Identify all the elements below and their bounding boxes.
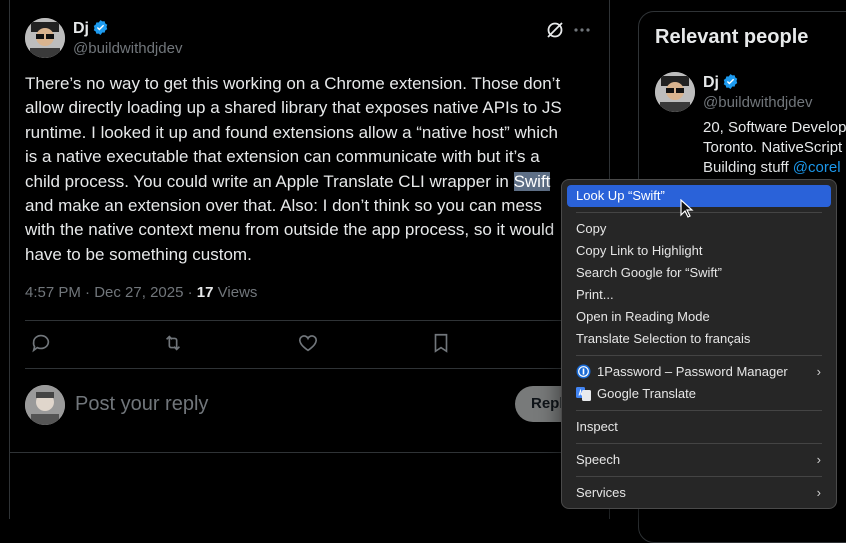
author-avatar[interactable] <box>25 18 65 58</box>
menu-copy-link[interactable]: Copy Link to Highlight <box>567 240 831 262</box>
menu-look-up[interactable]: Look Up “Swift” <box>567 185 831 207</box>
menu-services-label: Services <box>576 485 626 500</box>
menu-1password[interactable]: 1Password – Password Manager › <box>567 361 831 383</box>
menu-services[interactable]: Services › <box>567 482 831 504</box>
author-handle[interactable]: @buildwithdjdev <box>73 40 182 57</box>
reply-input[interactable]: Post your reply <box>75 393 208 416</box>
bookmark-icon[interactable] <box>430 332 452 354</box>
repost-icon[interactable] <box>162 332 184 354</box>
views-label: Views <box>217 284 258 301</box>
tweet-time[interactable]: 4:57 PM <box>25 284 81 301</box>
current-user-avatar-image <box>25 385 65 425</box>
menu-search-google[interactable]: Search Google for “Swift” <box>567 262 831 284</box>
relevant-person-verified-icon <box>722 73 739 90</box>
grok-icon[interactable] <box>545 20 565 40</box>
submenu-chevron-icon: › <box>816 485 821 500</box>
menu-separator <box>576 476 822 477</box>
menu-translate[interactable]: Translate Selection to français <box>567 328 831 350</box>
like-icon[interactable] <box>297 332 319 354</box>
relevant-person-bio: 20, Software Developer Toronto. NativeSc… <box>703 118 846 178</box>
reply-icon[interactable] <box>30 332 52 354</box>
menu-separator <box>576 443 822 444</box>
author-name[interactable]: Dj <box>73 20 89 37</box>
menu-reading-mode[interactable]: Open in Reading Mode <box>567 306 831 328</box>
relevant-person-name[interactable]: Dj <box>703 74 719 91</box>
menu-google-translate-label: Google Translate <box>597 386 697 401</box>
menu-separator <box>576 410 822 411</box>
tweet-meta: 4:57 PM · Dec 27, 2025 · 17 Views <box>25 284 258 301</box>
onepassword-icon <box>576 364 591 379</box>
left-column-border <box>9 0 10 519</box>
tweet-date[interactable]: Dec 27, 2025 <box>94 284 183 301</box>
divider-bottom <box>25 368 595 369</box>
menu-inspect[interactable]: Inspect <box>567 416 831 438</box>
verified-badge-icon <box>92 19 109 36</box>
menu-copy[interactable]: Copy <box>567 218 831 240</box>
submenu-chevron-icon: › <box>816 364 821 379</box>
google-translate-icon <box>576 386 591 401</box>
bio-line-2: Toronto. NativeScript <box>703 139 843 156</box>
submenu-chevron-icon: › <box>816 452 821 467</box>
composer-divider <box>10 452 609 453</box>
tweet-text-after: and make an extension over that. Also: I… <box>25 196 555 264</box>
bio-line-1: 20, Software Developer <box>703 119 846 136</box>
relevant-person-avatar-image <box>655 72 695 112</box>
avatar-image <box>25 18 65 58</box>
bio-line-3: Building stuff <box>703 159 793 176</box>
mouse-cursor-icon <box>680 198 694 219</box>
menu-1password-label: 1Password – Password Manager <box>597 364 788 379</box>
divider-top <box>25 320 595 321</box>
more-options-icon[interactable] <box>573 20 591 40</box>
relevant-person-handle[interactable]: @buildwithdjdev <box>703 94 812 111</box>
context-menu: Look Up “Swift” Copy Copy Link to Highli… <box>561 179 837 509</box>
current-user-avatar[interactable] <box>25 385 65 425</box>
relevant-people-title: Relevant people <box>655 26 809 48</box>
tweet-text-before: There’s no way to get this working on a … <box>25 74 562 191</box>
menu-speech-label: Speech <box>576 452 621 467</box>
bio-mention-link[interactable]: @corel <box>793 159 841 176</box>
selected-word[interactable]: Swift <box>513 171 551 191</box>
tweet-text: There’s no way to get this working on a … <box>25 72 605 267</box>
relevant-person-avatar[interactable] <box>655 72 695 112</box>
menu-speech[interactable]: Speech › <box>567 449 831 471</box>
menu-separator <box>576 355 822 356</box>
menu-google-translate[interactable]: Google Translate <box>567 383 831 405</box>
menu-print[interactable]: Print... <box>567 284 831 306</box>
menu-separator <box>576 212 822 213</box>
views-count: 17 <box>196 284 214 301</box>
